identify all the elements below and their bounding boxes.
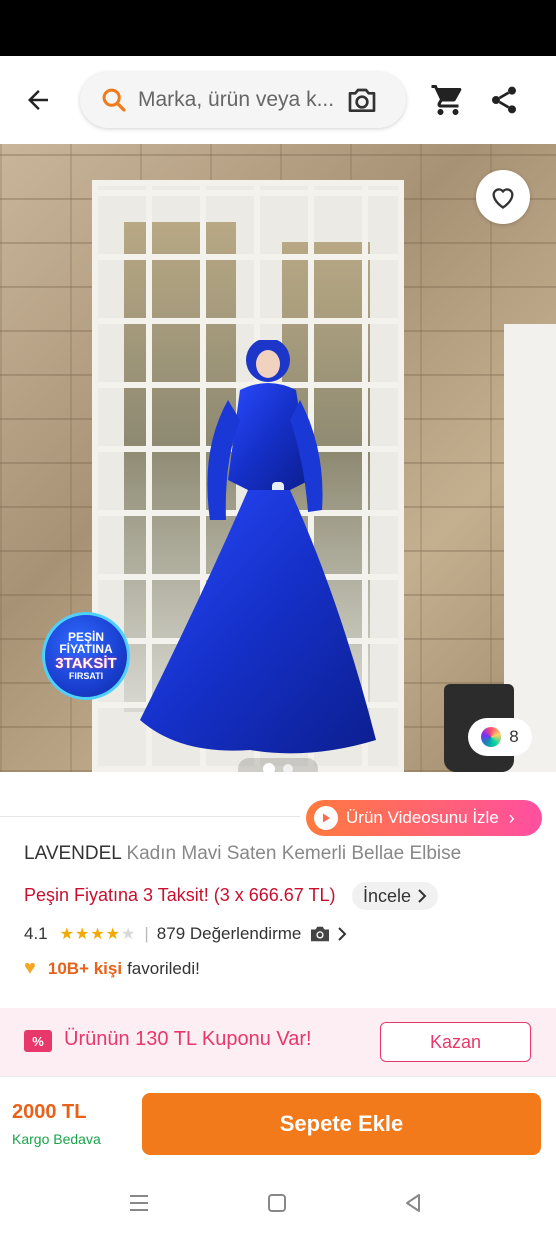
favorite-button[interactable] <box>476 170 530 224</box>
back-triangle-icon[interactable] <box>398 1188 428 1218</box>
claim-coupon-button[interactable]: Kazan <box>380 1022 531 1062</box>
star-rating: ★★★★★ <box>60 924 137 944</box>
search-bar[interactable] <box>80 72 406 128</box>
search-input[interactable] <box>138 84 338 116</box>
add-to-cart-button[interactable]: Sepete Ekle <box>142 1093 541 1155</box>
photo-camera-icon <box>311 926 330 942</box>
watch-video-label: Ürün Videosunu İzle <box>346 808 499 827</box>
cart-icon[interactable] <box>430 82 466 118</box>
image-pager <box>238 758 318 772</box>
star-icon: ★ <box>74 926 91 943</box>
free-shipping-label: Kargo Bedava <box>12 1131 101 1147</box>
color-count: 8 <box>509 727 519 746</box>
pager-dot[interactable] <box>283 764 293 772</box>
product-title: LAVENDEL Kadın Mavi Saten Kemerli Bellae… <box>24 843 544 865</box>
product-brand[interactable]: LAVENDEL <box>24 843 121 864</box>
coupon-banner: % Ürünün 130 TL Kuponu Var! Kazan <box>0 1008 556 1076</box>
color-options-chip[interactable]: 8 <box>468 718 532 756</box>
search-icon <box>102 88 126 112</box>
camera-icon[interactable] <box>346 85 378 115</box>
coupon-text: Ürünün 130 TL Kuponu Var! <box>64 1028 312 1050</box>
rating-value: 4.1 <box>24 924 48 943</box>
chevron-right-icon <box>338 927 347 941</box>
star-icon: ★ <box>105 926 122 943</box>
color-palette-icon <box>481 727 502 747</box>
review-count: 879 Değerlendirme <box>156 924 302 943</box>
play-icon <box>314 806 338 830</box>
favorite-text: favoriledi! <box>127 958 200 978</box>
watch-video-button[interactable]: Ürün Videosunu İzle › <box>306 800 542 836</box>
installment-details-button[interactable]: İncele <box>352 882 438 910</box>
home-icon[interactable] <box>262 1188 292 1218</box>
favorite-count: 10B+ kişi <box>47 958 123 978</box>
back-arrow-icon[interactable] <box>18 80 58 120</box>
installment-details-label: İncele <box>362 885 412 906</box>
orange-heart-icon: ♥ <box>24 957 36 979</box>
purchase-bar: 2000 TL Kargo Bedava Sepete Ekle <box>0 1076 556 1168</box>
share-icon[interactable] <box>488 83 520 117</box>
product-image-gallery[interactable]: PEŞİN FİYATINA 3TAKSİT FIRSATI 8 <box>0 144 556 772</box>
recent-apps-icon[interactable] <box>124 1188 154 1218</box>
product-name: Kadın Mavi Saten Kemerli Bellae Elbise <box>126 843 462 864</box>
pager-dot[interactable] <box>263 763 275 772</box>
star-empty-icon: ★ <box>121 926 137 943</box>
product-photo-dress <box>140 340 376 754</box>
star-icon: ★ <box>59 926 75 943</box>
chevron-right-icon: › <box>508 807 515 828</box>
heart-outline-icon <box>492 188 514 209</box>
status-bar <box>0 0 556 56</box>
top-bar <box>0 56 556 144</box>
divider <box>0 816 300 817</box>
coupon-icon: % <box>24 1030 52 1052</box>
installment-promo-badge: PEŞİN FİYATINA 3TAKSİT FIRSATI <box>42 612 130 700</box>
chevron-right-icon <box>418 889 427 903</box>
separator: | <box>144 924 149 943</box>
system-nav-bar <box>0 1168 556 1235</box>
installment-offer: Peşin Fiyatına 3 Taksit! (3 x 666.67 TL) <box>24 885 336 905</box>
star-icon: ★ <box>90 926 106 943</box>
rating-row[interactable]: 4.1 ★★★★★ | 879 Değerlendirme <box>24 924 347 944</box>
product-price: 2000 TL <box>12 1101 87 1123</box>
favorites-row: ♥ 10B+ kişi favoriledi! <box>24 957 200 980</box>
